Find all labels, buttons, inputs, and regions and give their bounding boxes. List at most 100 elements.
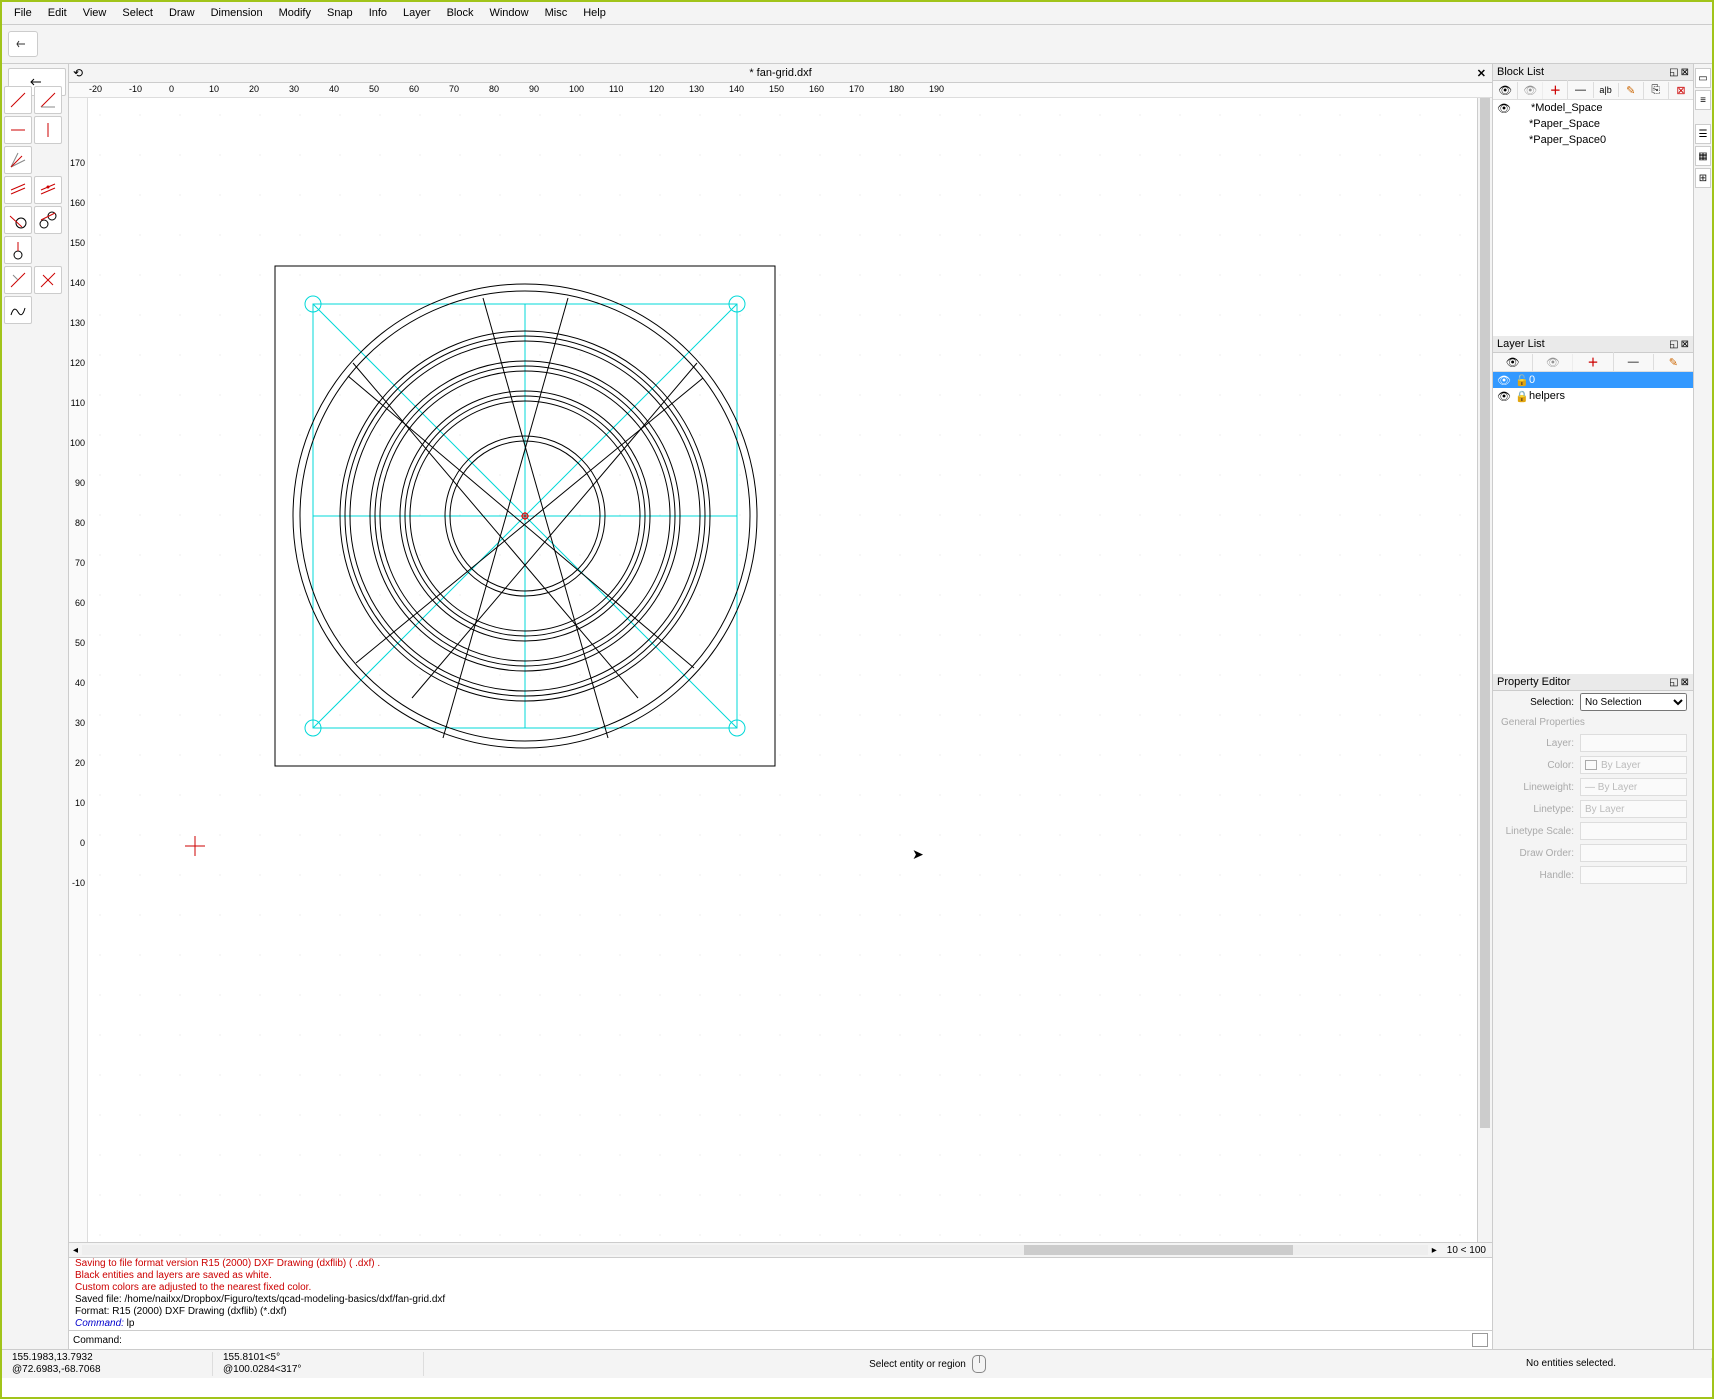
line-relative-tool[interactable] xyxy=(4,266,32,294)
close-panel-icon[interactable]: ⊠ xyxy=(1681,339,1689,350)
menu-modify[interactable]: Modify xyxy=(271,7,319,19)
undock-icon[interactable]: ◱ xyxy=(1669,67,1678,78)
dock-tab-icon[interactable]: ☰ xyxy=(1695,124,1711,144)
block-list-header: Block List ◱⊠ xyxy=(1493,64,1693,81)
layer-add-icon[interactable]: ＋ xyxy=(1573,352,1613,372)
status-relpolar-coords: @100.0284<317° xyxy=(223,1364,413,1376)
layer-freeze-icon[interactable]: 👁 xyxy=(1533,354,1573,371)
reset-tool-button[interactable] xyxy=(8,31,38,57)
vertical-scrollbar[interactable] xyxy=(1477,98,1492,1242)
property-editor: Selection: No Selection General Properti… xyxy=(1493,691,1693,1349)
drawing-canvas[interactable]: ➤ xyxy=(88,98,1477,1242)
line-horizontal-tool[interactable] xyxy=(4,116,32,144)
drawing-content xyxy=(88,98,988,908)
ruler-vertical: 1701601501401301201101009080706050403020… xyxy=(69,98,88,1242)
document-title: * fan-grid.dxf xyxy=(69,67,1492,79)
line-parallel-through-tool[interactable] xyxy=(34,176,62,204)
property-section-header: General Properties xyxy=(1493,713,1693,732)
block-insert-icon[interactable]: ⎘ xyxy=(1644,82,1669,99)
block-item[interactable]: 👁*Model_Space xyxy=(1493,100,1693,116)
status-abs-coords: 155.1983,13.7932 xyxy=(12,1352,202,1364)
status-polar-coords: 155.8101<5° xyxy=(223,1352,413,1364)
console-line: Command: xyxy=(75,1318,124,1329)
dock-tab-icon[interactable]: ▭ xyxy=(1695,68,1711,88)
layer-visibility-icon[interactable]: 👁 xyxy=(1493,354,1533,371)
right-dock-tabs: ▭ ≡ ☰ ▦ ⊞ xyxy=(1693,64,1712,1349)
line-bisector-tool[interactable] xyxy=(4,146,32,174)
linetype-field[interactable]: By Layer xyxy=(1580,800,1687,818)
layer-list-header: Layer List ◱⊠ xyxy=(1493,336,1693,353)
dock-tab-icon[interactable]: ▦ xyxy=(1695,146,1711,166)
line-orthogonal-tool[interactable] xyxy=(4,236,32,264)
line-freehand-tool[interactable] xyxy=(4,296,32,324)
menu-block[interactable]: Block xyxy=(439,7,482,19)
line-tangent-pc-tool[interactable] xyxy=(4,206,32,234)
dock-tab-icon[interactable]: ⊞ xyxy=(1695,168,1711,188)
dock-tab-icon[interactable]: ≡ xyxy=(1695,90,1711,110)
selection-dropdown[interactable]: No Selection xyxy=(1580,693,1687,711)
console-line: Custom colors are adjusted to the neares… xyxy=(75,1282,1486,1294)
layer-field[interactable] xyxy=(1580,734,1687,752)
line-parallel-tool[interactable] xyxy=(4,176,32,204)
menu-bar[interactable]: File Edit View Select Draw Dimension Mod… xyxy=(2,2,1712,25)
command-history-dropdown[interactable] xyxy=(1472,1333,1488,1347)
close-tab-icon[interactable]: ✕ xyxy=(1477,67,1486,80)
layer-edit-icon[interactable]: ✎ xyxy=(1654,354,1693,371)
draw-order-field[interactable] xyxy=(1580,844,1687,862)
status-rel-coords: @72.6983,-68.7068 xyxy=(12,1364,202,1376)
refresh-icon[interactable]: ⟲ xyxy=(73,66,83,80)
block-item[interactable]: *Paper_Space xyxy=(1493,116,1693,132)
block-list[interactable]: 👁*Model_Space *Paper_Space *Paper_Space0 xyxy=(1493,100,1693,336)
lineweight-field[interactable]: — By Layer xyxy=(1580,778,1687,796)
menu-misc[interactable]: Misc xyxy=(537,7,576,19)
document-tabs: ⟲ * fan-grid.dxf ✕ xyxy=(69,64,1492,83)
zoom-indicator: 10 < 100 xyxy=(1441,1245,1492,1256)
color-field[interactable]: By Layer xyxy=(1580,756,1687,774)
layer-remove-icon[interactable]: — xyxy=(1614,354,1654,370)
menu-view[interactable]: View xyxy=(75,7,115,19)
command-line[interactable]: Command: xyxy=(69,1330,1492,1349)
line-tangent-cc-tool[interactable] xyxy=(34,206,62,234)
undock-icon[interactable]: ◱ xyxy=(1669,677,1678,688)
layer-list[interactable]: 👁🔓0 👁🔒helpers xyxy=(1493,372,1693,674)
line-vertical-tool[interactable] xyxy=(34,116,62,144)
menu-dimension[interactable]: Dimension xyxy=(203,7,271,19)
menu-draw[interactable]: Draw xyxy=(161,7,203,19)
tool-palette xyxy=(2,64,69,1349)
command-input[interactable] xyxy=(126,1332,1472,1349)
block-freeze-icon[interactable]: 👁 xyxy=(1518,82,1543,99)
close-panel-icon[interactable]: ⊠ xyxy=(1681,677,1689,688)
menu-window[interactable]: Window xyxy=(481,7,536,19)
menu-select[interactable]: Select xyxy=(114,7,161,19)
handle-field[interactable] xyxy=(1580,866,1687,884)
layer-item[interactable]: 👁🔒helpers xyxy=(1493,388,1693,404)
block-add-icon[interactable]: ＋ xyxy=(1543,80,1568,100)
menu-layer[interactable]: Layer xyxy=(395,7,439,19)
line-perpendicular-tool[interactable] xyxy=(34,266,62,294)
menu-info[interactable]: Info xyxy=(361,7,395,19)
block-item[interactable]: *Paper_Space0 xyxy=(1493,132,1693,148)
block-close-icon[interactable]: ⊠ xyxy=(1669,82,1693,99)
horizontal-scrollbar[interactable]: ◂ ▸ 10 < 100 xyxy=(69,1242,1492,1257)
line-angle-tool[interactable] xyxy=(34,86,62,114)
command-label: Command: xyxy=(73,1335,122,1346)
undock-icon[interactable]: ◱ xyxy=(1669,339,1678,350)
console-line: Black entities and layers are saved as w… xyxy=(75,1270,1486,1282)
menu-snap[interactable]: Snap xyxy=(319,7,361,19)
block-remove-icon[interactable]: — xyxy=(1568,82,1593,98)
block-list-toolbar: 👁 👁 ＋ — a|b ✎ ⎘ ⊠ xyxy=(1493,81,1693,100)
block-visibility-icon[interactable]: 👁 xyxy=(1493,82,1518,99)
menu-edit[interactable]: Edit xyxy=(40,7,75,19)
mouse-icon xyxy=(972,1355,986,1373)
close-panel-icon[interactable]: ⊠ xyxy=(1681,67,1689,78)
status-bar: 155.1983,13.7932 @72.6983,-68.7068 155.8… xyxy=(2,1349,1712,1378)
layer-item[interactable]: 👁🔓0 xyxy=(1493,372,1693,388)
block-edit-icon[interactable]: ✎ xyxy=(1619,82,1644,99)
menu-help[interactable]: Help xyxy=(575,7,614,19)
line-tool[interactable] xyxy=(4,86,32,114)
block-rename-icon[interactable]: a|b xyxy=(1594,83,1619,97)
menu-file[interactable]: File xyxy=(6,7,40,19)
property-editor-header: Property Editor ◱⊠ xyxy=(1493,674,1693,691)
linetype-scale-field[interactable] xyxy=(1580,822,1687,840)
command-history: Saving to file format version R15 (2000)… xyxy=(69,1257,1492,1330)
